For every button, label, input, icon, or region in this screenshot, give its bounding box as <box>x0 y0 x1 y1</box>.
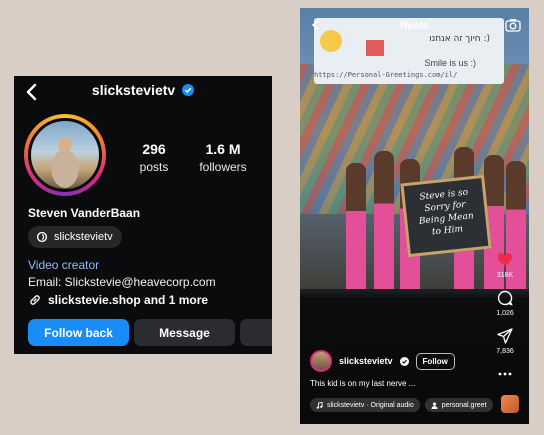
reel-creator: slickstevietv Follow <box>310 350 455 372</box>
comment-action[interactable]: 1,026 <box>496 290 514 317</box>
heart-icon <box>497 253 513 266</box>
link-icon <box>30 295 40 305</box>
profile-category: Video creator <box>28 258 100 272</box>
follow-button[interactable]: Follow <box>415 352 455 370</box>
banner-emoji-icon <box>320 30 342 52</box>
banner-smile-text: Smile is us :) <box>424 58 476 68</box>
comment-icon <box>497 290 513 306</box>
reels-title: Reels <box>399 20 430 32</box>
share-count: 7,836 <box>496 348 514 355</box>
message-button[interactable]: Message <box>134 319 235 346</box>
tag-label: personal.greet <box>441 401 487 409</box>
gift-icon <box>366 40 384 56</box>
more-actions-button[interactable] <box>240 319 272 346</box>
camera-icon[interactable] <box>505 18 521 32</box>
posts-label: posts <box>139 160 169 174</box>
reel-actions: 318K 1,026 7,836 <box>487 252 523 393</box>
chalkboard-sign: Steve is so Sorry for Being Mean to Him <box>400 174 492 258</box>
verified-badge-icon <box>182 84 195 96</box>
banner-hebrew-text: חיוך זה אנחנו :) <box>429 34 490 44</box>
more-dots-icon <box>498 372 512 376</box>
dancer <box>346 163 366 289</box>
comment-count: 1,026 <box>496 310 514 317</box>
creator-name[interactable]: slickstevietv <box>339 356 393 366</box>
follow-back-button[interactable]: Follow back <box>28 319 129 346</box>
share-action[interactable]: 7,836 <box>496 328 514 355</box>
profile-email[interactable]: Email: Slickstevie@heavecorp.com <box>28 275 216 289</box>
reels-screen: Steve is so Sorry for Being Mean to Him … <box>300 8 529 424</box>
story-ring[interactable] <box>24 114 106 196</box>
profile-header: slickstevietv <box>14 82 272 98</box>
send-icon <box>497 328 513 344</box>
audio-chip[interactable]: slickstevietv · Original audio <box>310 398 420 412</box>
like-action[interactable]: 318K <box>497 252 513 279</box>
full-name: Steven VanderBaan <box>28 206 141 220</box>
music-note-icon <box>316 401 323 409</box>
banner-url: https://Personal-Greetings.com/il/ <box>314 71 458 79</box>
like-count: 318K <box>496 272 514 279</box>
more-action[interactable] <box>497 366 513 382</box>
followers-count: 1.6 M <box>205 141 241 157</box>
reel-audio-row: slickstevietv · Original audio personal.… <box>310 398 493 412</box>
threads-icon <box>36 231 48 243</box>
person-icon <box>431 402 438 409</box>
dancer <box>374 151 394 289</box>
profile-avatar <box>28 118 102 192</box>
audio-thumbnail[interactable] <box>501 395 519 413</box>
profile-screen: slickstevietv 296 posts 1.6 M followers … <box>14 76 272 354</box>
threads-handle: slickstevietv <box>54 231 113 243</box>
verified-badge-icon <box>399 356 409 366</box>
audio-label: slickstevietv · Original audio <box>327 401 414 409</box>
followers-label: followers <box>199 160 247 174</box>
creator-avatar[interactable] <box>310 350 332 372</box>
posts-count: 296 <box>142 141 166 157</box>
profile-username: slickstevietv <box>91 82 176 98</box>
tag-chip[interactable]: personal.greet <box>424 398 493 412</box>
followers-stat[interactable]: 1.6 M followers <box>190 141 256 174</box>
reel-caption[interactable]: This kid is on my last nerve ... <box>310 379 415 388</box>
posts-stat[interactable]: 296 posts <box>124 141 184 174</box>
profile-links[interactable]: slickstevie.shop and 1 more <box>28 293 208 307</box>
link-text: slickstevie.shop and 1 more <box>48 293 209 307</box>
threads-badge[interactable]: slickstevietv <box>28 226 122 248</box>
